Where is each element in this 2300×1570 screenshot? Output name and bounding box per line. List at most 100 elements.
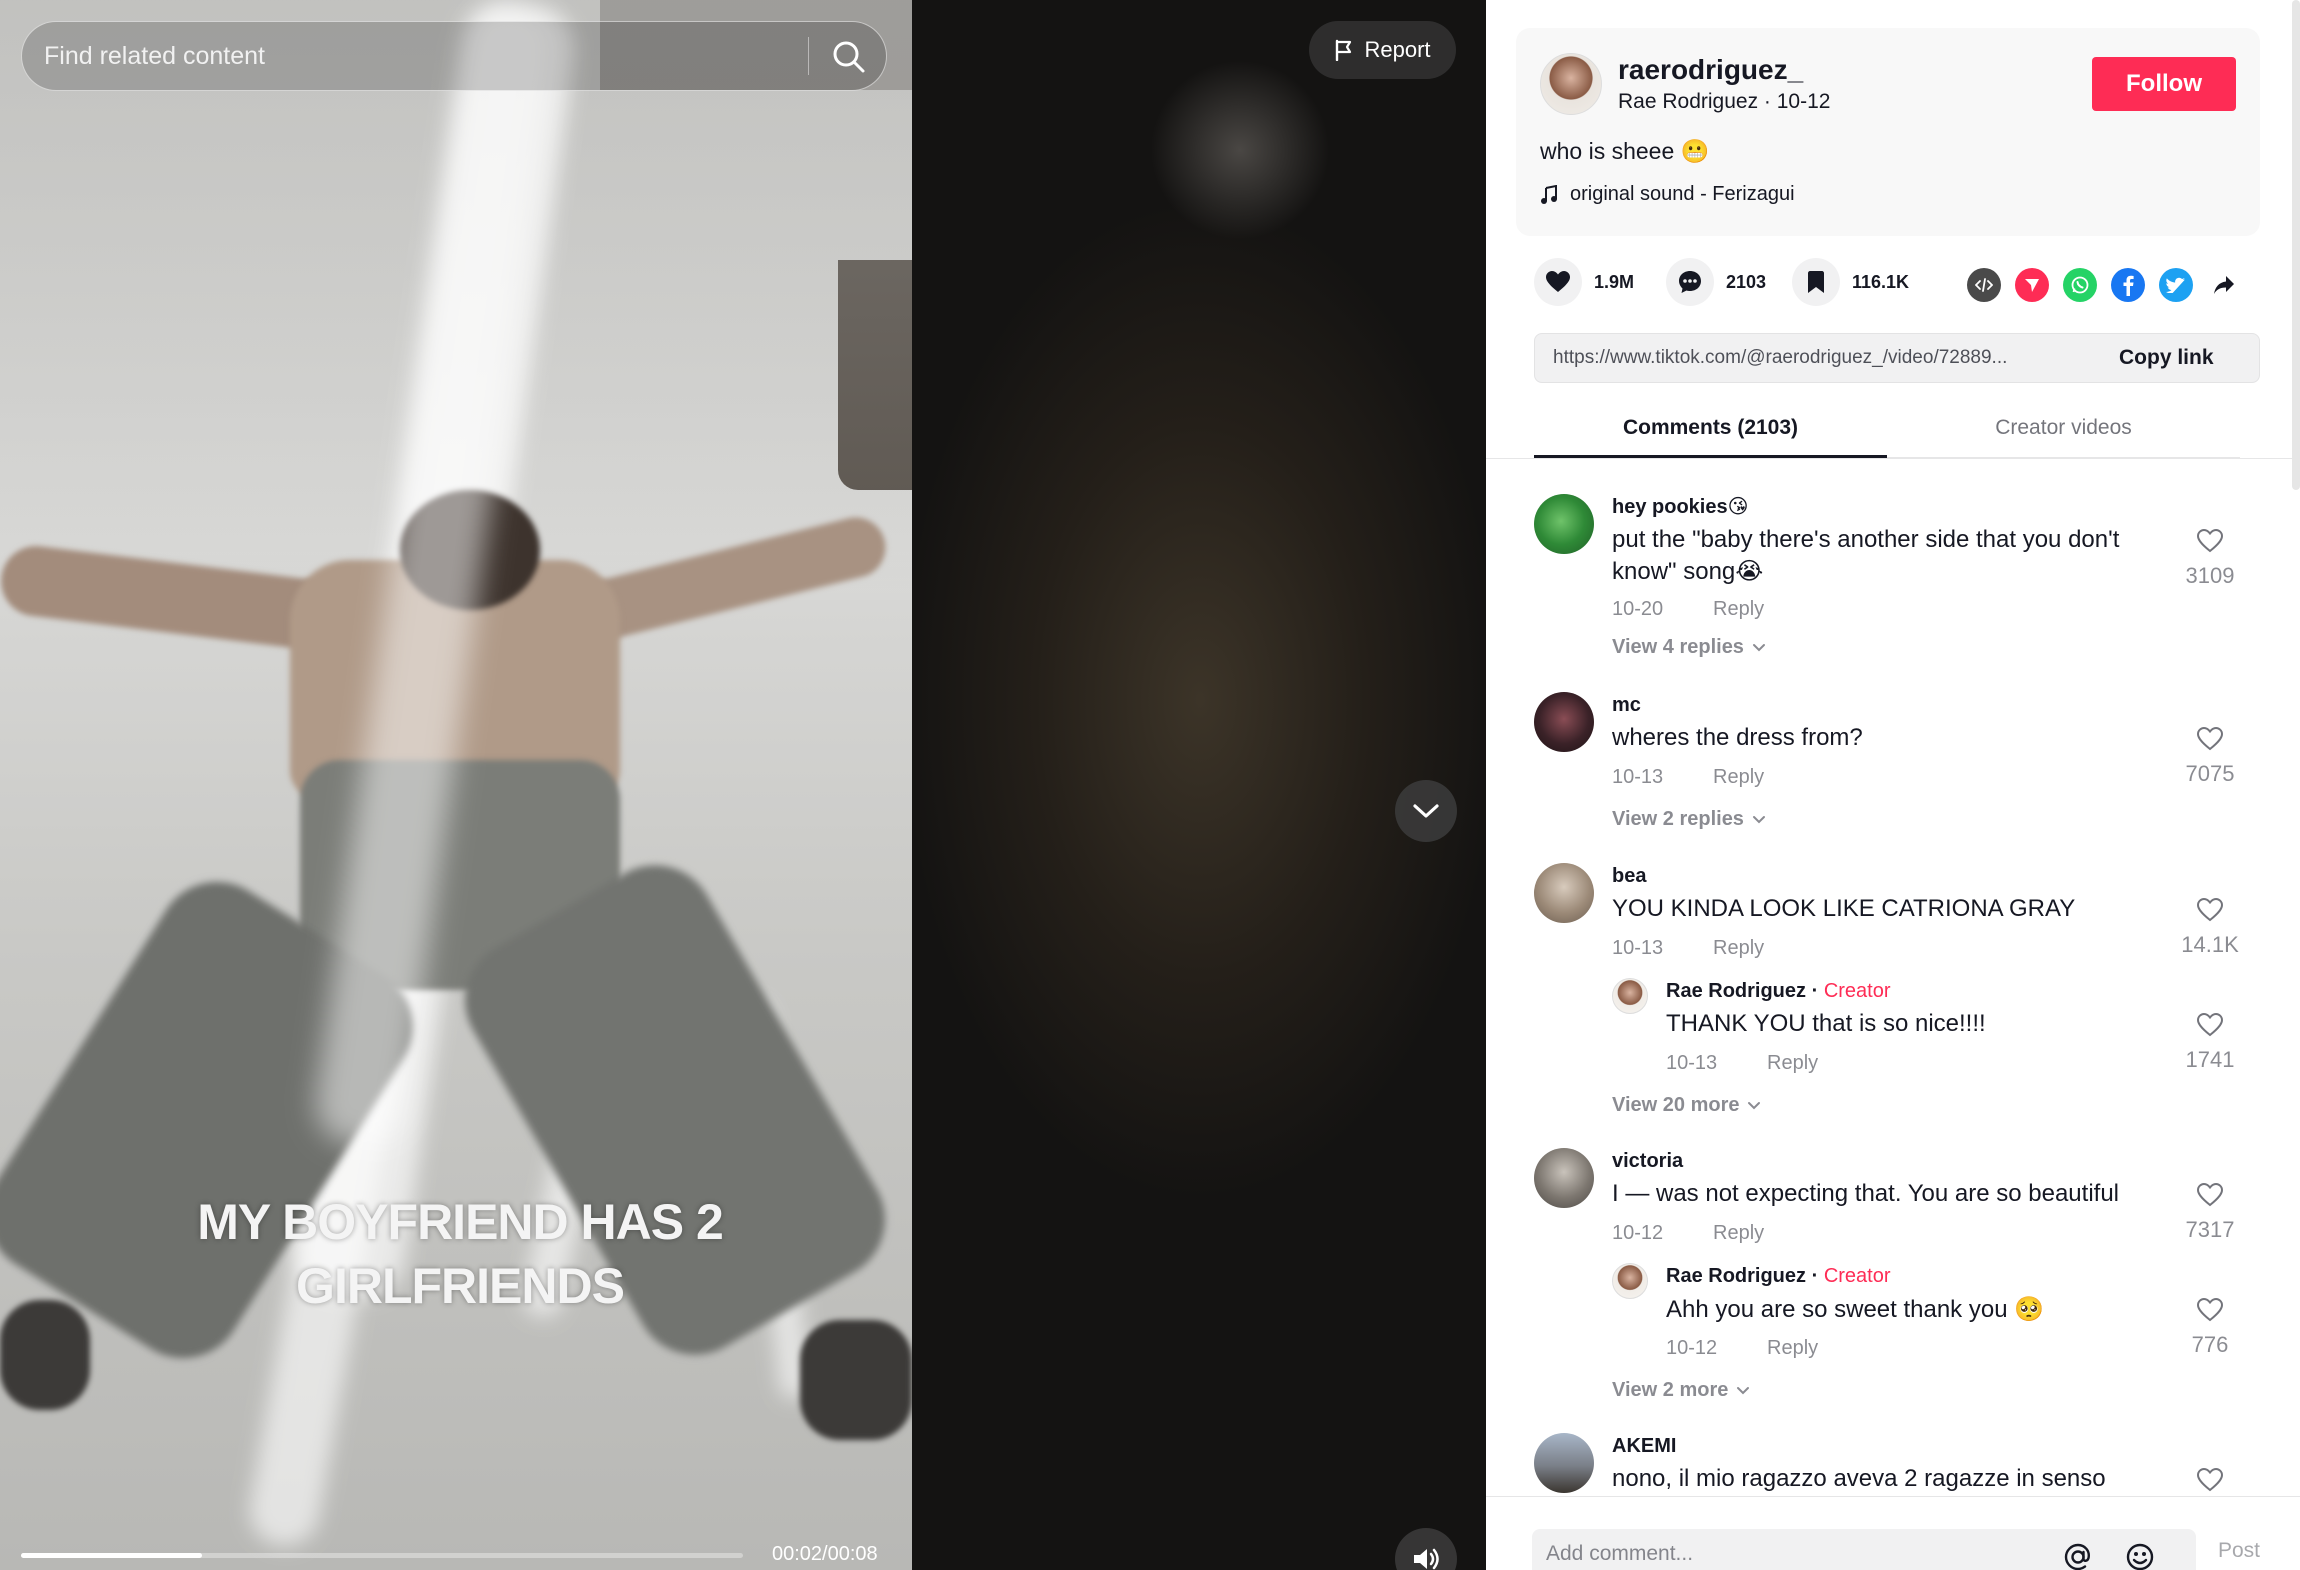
reply-reply-button[interactable]: Reply (1767, 1337, 1818, 1360)
report-button[interactable]: Report (1309, 21, 1456, 79)
comment-avatar[interactable] (1534, 1433, 1594, 1493)
emoji-icon[interactable] (2124, 1541, 2156, 1570)
reply-like-count: 776 (2191, 1332, 2229, 1357)
reply-reply-button[interactable]: Reply (1767, 1052, 1818, 1075)
video-player[interactable]: MY BOYFRIEND HAS 2 GIRLFRIENDS Report 00… (0, 0, 1486, 1570)
reply-username[interactable]: Rae Rodriguez · Creator (1666, 980, 1891, 1003)
comment-input[interactable] (1546, 1539, 2046, 1569)
search-bar[interactable] (21, 21, 887, 91)
like-count: 1.9M (1594, 271, 1635, 292)
heart-outline-icon (2196, 1467, 2224, 1492)
video-description: who is sheee 😬 (1540, 138, 1710, 164)
comment-text: I — was not expecting that. You are so b… (1612, 1180, 2119, 1207)
heart-outline-icon (2196, 1182, 2224, 1207)
tab-creator-videos[interactable]: Creator videos (1887, 416, 2240, 440)
copy-link-button[interactable]: Copy link (2119, 346, 2214, 370)
send-icon[interactable] (2015, 268, 2049, 302)
follow-button[interactable]: Follow (2092, 57, 2236, 111)
comment-avatar[interactable] (1534, 494, 1594, 554)
chevron-down-icon (1737, 1386, 1750, 1394)
comment-avatar[interactable] (1534, 1148, 1594, 1208)
comment-like-button[interactable] (2180, 1467, 2240, 1496)
author-username[interactable]: raerodriguez_ (1618, 54, 1803, 86)
reply-avatar[interactable] (1612, 1263, 1648, 1299)
chevron-down-icon (1752, 643, 1765, 651)
comment-avatar[interactable] (1534, 863, 1594, 923)
comment-date: 10-12 (1612, 1222, 1664, 1244)
reply-text: THANK YOU that is so nice!!!! (1666, 1010, 1986, 1037)
like-button[interactable]: 1.9M (1534, 258, 1634, 306)
search-icon[interactable] (830, 38, 868, 76)
heart-outline-icon (2196, 528, 2224, 553)
video-progress-bar[interactable] (21, 1553, 743, 1558)
comment-text: put the "baby there's another side that … (1612, 526, 2120, 585)
video-caption: MY BOYFRIEND HAS 2 GIRLFRIENDS (130, 1190, 790, 1318)
search-divider (808, 37, 809, 75)
view-replies-label: View 2 replies (1612, 808, 1744, 830)
reply-text: Ahh you are so sweet thank you 🥺 (1666, 1296, 2045, 1323)
video-time: 00:02/00:08 (772, 1543, 878, 1565)
comment-reply-button[interactable]: Reply (1713, 1222, 1764, 1245)
share-arrow-icon[interactable] (2207, 268, 2241, 302)
view-replies-button[interactable]: View 2 replies (1612, 808, 1766, 831)
reply-like-button[interactable]: 776 (2180, 1297, 2240, 1358)
reply-like-button[interactable]: 1741 (2180, 1012, 2240, 1073)
heart-outline-icon (2196, 1297, 2224, 1322)
volume-icon (1414, 1548, 1439, 1570)
reply-username[interactable]: Rae Rodriguez · Creator (1666, 1265, 1891, 1288)
author-card: raerodriguez_ Rae Rodriguez · 10-12 Foll… (1516, 28, 2260, 236)
comment-like-count: 7317 (2185, 1217, 2235, 1242)
comment-username[interactable]: AKEMI (1612, 1435, 1676, 1458)
comment-username[interactable]: hey pookies😘 (1612, 494, 1748, 519)
video-frame[interactable]: MY BOYFRIEND HAS 2 GIRLFRIENDS (0, 0, 912, 1570)
comment-like-button[interactable]: 7317 (2180, 1182, 2240, 1243)
comment-username[interactable]: victoria (1612, 1150, 1683, 1173)
save-count: 116.1K (1852, 271, 1910, 292)
next-video-button[interactable] (1395, 780, 1457, 842)
comment-like-button[interactable]: 14.1K (2180, 897, 2240, 958)
view-more-label: View 2 more (1612, 1379, 1729, 1401)
comment-avatar[interactable] (1534, 692, 1594, 752)
comment-input-wrapper[interactable] (1532, 1529, 2196, 1570)
heart-outline-icon (2196, 1012, 2224, 1037)
search-input[interactable] (44, 22, 804, 90)
author-avatar[interactable] (1540, 53, 1602, 115)
comment-button[interactable]: 2103 (1666, 258, 1766, 306)
whatsapp-icon[interactable] (2063, 268, 2097, 302)
post-button[interactable]: Post (2218, 1539, 2260, 1563)
view-more-replies-button[interactable]: View 20 more (1612, 1094, 1761, 1117)
view-more-replies-button[interactable]: View 2 more (1612, 1379, 1750, 1402)
author-meta: Rae Rodriguez · 10-12 (1618, 90, 1831, 113)
reply-avatar[interactable] (1612, 978, 1648, 1014)
save-button[interactable]: 116.1K (1792, 258, 1909, 306)
flag-icon (1336, 39, 1352, 61)
mention-icon[interactable] (2062, 1541, 2094, 1570)
video-url: https://www.tiktok.com/@raerodriguez_/vi… (1553, 347, 2008, 368)
comment-like-count: 3109 (2185, 563, 2235, 588)
comment-bubble-icon (1679, 271, 1701, 293)
comment-text: wheres the dress from? (1612, 724, 1863, 751)
sound-label: original sound - Ferizagui (1570, 183, 1795, 205)
add-comment-bar: Post (1486, 1496, 2300, 1570)
comment-text: nono, il mio ragazzo aveva 2 ragazze in … (1612, 1465, 2106, 1492)
chevron-down-icon (1748, 1101, 1761, 1109)
view-replies-button[interactable]: View 4 replies (1612, 636, 1766, 659)
comment-username[interactable]: bea (1612, 865, 1646, 888)
scrollbar[interactable] (2292, 0, 2300, 490)
comment-like-button[interactable]: 3109 (2180, 528, 2240, 589)
sound-link[interactable]: original sound - Ferizagui (1540, 183, 1795, 206)
comments-list[interactable]: hey pookies😘 put the "baby there's anoth… (1486, 460, 2300, 1496)
tab-comments[interactable]: Comments (2103) (1534, 416, 1887, 440)
creator-badge: Creator (1823, 980, 1891, 1002)
embed-icon[interactable] (1967, 268, 2001, 302)
comment-username[interactable]: mc (1612, 694, 1641, 717)
comment-reply-button[interactable]: Reply (1713, 937, 1764, 960)
comment-like-button[interactable]: 7075 (2180, 726, 2240, 787)
comment-like-count: 7075 (2185, 761, 2235, 786)
creator-badge: Creator (1823, 1265, 1891, 1287)
comment-reply-button[interactable]: Reply (1713, 598, 1764, 621)
comment-reply-button[interactable]: Reply (1713, 766, 1764, 789)
video-progress-fill (21, 1553, 202, 1558)
twitter-icon[interactable] (2159, 268, 2193, 302)
facebook-icon[interactable] (2111, 268, 2145, 302)
